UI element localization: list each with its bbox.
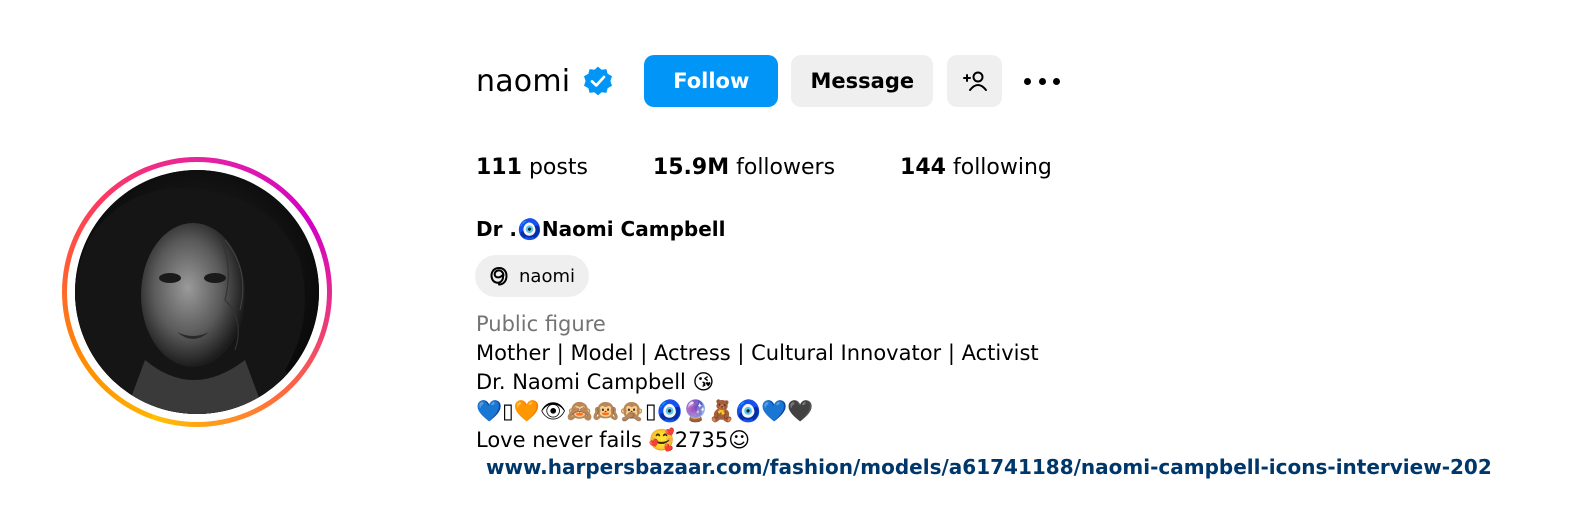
posts-label: posts <box>528 155 588 180</box>
threads-icon <box>490 266 508 286</box>
dot <box>1038 77 1046 85</box>
more-options-icon[interactable] <box>1024 71 1061 91</box>
bio: Public figure Mother | Model | Actress |… <box>476 310 1039 455</box>
full-name: Dr .🧿Naomi Campbell <box>476 217 726 241</box>
dot <box>1053 77 1061 85</box>
profile-header: naomi Follow Message <box>476 55 1061 107</box>
username: naomi <box>476 63 571 99</box>
profile-stats: 111 posts 15.9M followers 144 following <box>476 155 1117 180</box>
posts-count: 111 posts <box>476 155 588 180</box>
add-person-icon <box>962 71 987 91</box>
category-label: Public figure <box>476 312 606 336</box>
followers-label: followers <box>736 155 836 180</box>
dot <box>1024 77 1032 85</box>
posts-number: 111 <box>476 155 522 180</box>
bio-line: Love never fails 🥰2735☺ <box>476 428 751 452</box>
message-button[interactable]: Message <box>791 55 934 107</box>
threads-handle: naomi <box>519 265 575 287</box>
suggested-users-button[interactable] <box>947 55 1003 107</box>
following-link[interactable]: 144 following <box>900 155 1052 180</box>
verified-badge-icon <box>584 66 613 96</box>
following-label: following <box>952 155 1052 180</box>
bio-line: Dr. Naomi Campbell 😘 <box>476 370 715 394</box>
avatar[interactable] <box>75 170 319 414</box>
external-link[interactable]: www.harpersbazaar.com/fashion/models/a61… <box>486 455 1492 479</box>
story-ring[interactable] <box>62 157 332 427</box>
following-number: 144 <box>900 155 946 180</box>
external-link-row: www.harpersbazaar.com/fashion/models/a61… <box>476 455 1492 479</box>
avatar-image <box>75 170 319 414</box>
follow-button[interactable]: Follow <box>644 55 779 107</box>
threads-badge[interactable]: naomi <box>475 255 589 297</box>
bio-line: Mother | Model | Actress | Cultural Inno… <box>476 341 1039 365</box>
followers-link[interactable]: 15.9M followers <box>653 155 835 180</box>
followers-number: 15.9M <box>652 155 730 180</box>
bio-line: 💙▯🧡👁🙈🙉🙊▯🧿🔮🧸🧿💙🖤 <box>476 399 814 423</box>
